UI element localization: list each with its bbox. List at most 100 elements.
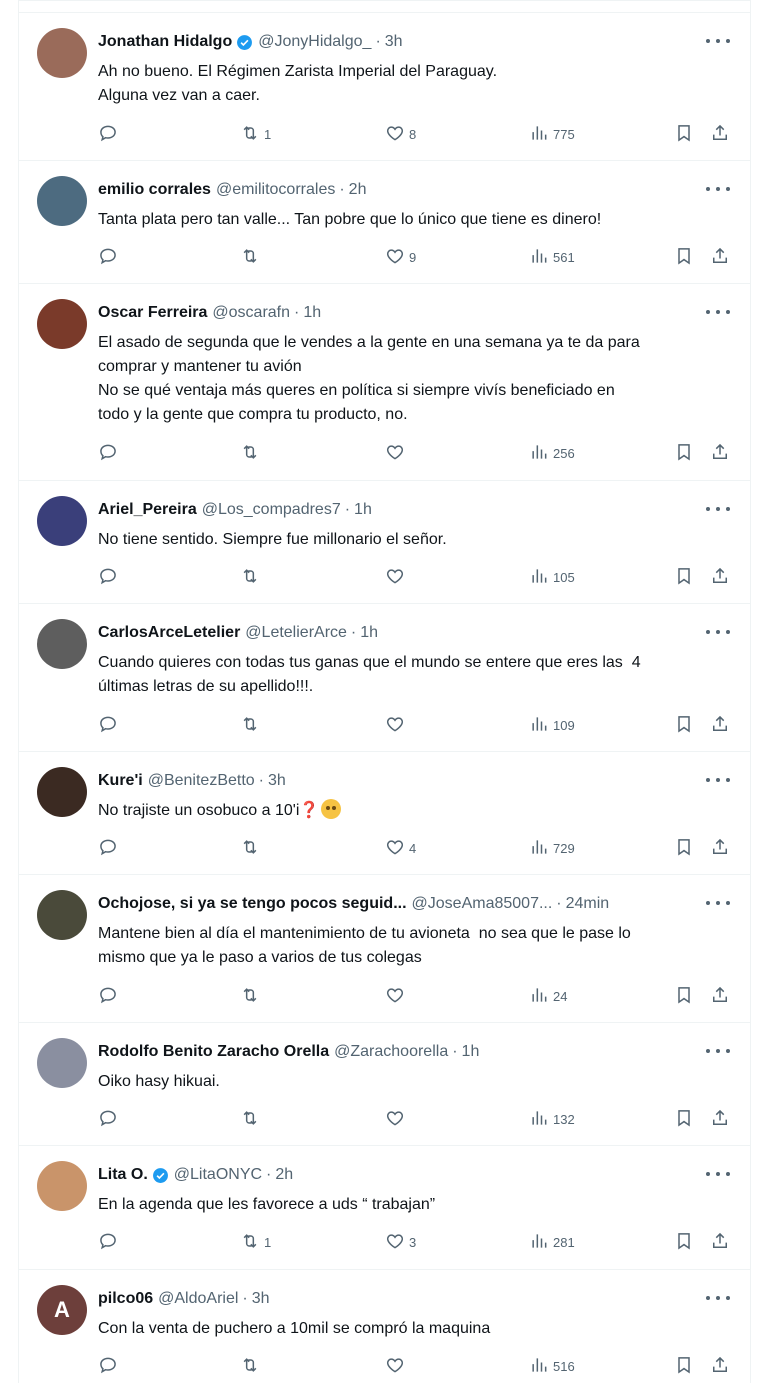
more-options-icon[interactable] bbox=[706, 304, 730, 320]
more-options-icon[interactable] bbox=[706, 1290, 730, 1306]
like-button[interactable]: 4 bbox=[385, 837, 416, 860]
avatar[interactable]: A bbox=[37, 1285, 87, 1335]
timestamp[interactable]: 1h bbox=[462, 1043, 480, 1061]
more-options-icon[interactable] bbox=[706, 33, 730, 49]
views-button[interactable]: 105 bbox=[529, 566, 575, 589]
views-button[interactable]: 516 bbox=[529, 1355, 575, 1378]
display-name[interactable]: Ochojose, si ya se tengo pocos seguid... bbox=[98, 895, 407, 913]
bookmark-button[interactable] bbox=[674, 985, 694, 1008]
like-button[interactable] bbox=[385, 1355, 409, 1378]
retweet-button[interactable] bbox=[240, 246, 264, 269]
share-button[interactable] bbox=[710, 1108, 730, 1131]
tweet-reply[interactable]: Apilco06 @AldoAriel · 3h Con la venta de puc… bbox=[19, 1270, 750, 1383]
bookmark-button[interactable] bbox=[674, 442, 694, 465]
views-button[interactable]: 281 bbox=[529, 1231, 575, 1254]
more-options-icon[interactable] bbox=[706, 1166, 730, 1182]
tweet-reply[interactable]: Ariel_Pereira @Los_compadres7 · 1h No tiene … bbox=[19, 481, 750, 604]
display-name[interactable]: Rodolfo Benito Zaracho Orella bbox=[98, 1043, 329, 1061]
avatar[interactable] bbox=[37, 619, 87, 669]
like-button[interactable]: 9 bbox=[385, 246, 416, 269]
reply-button[interactable] bbox=[98, 246, 122, 269]
timestamp[interactable]: 3h bbox=[385, 33, 403, 51]
avatar[interactable] bbox=[37, 1161, 87, 1211]
share-button[interactable] bbox=[710, 246, 730, 269]
like-button[interactable]: 8 bbox=[385, 123, 416, 146]
more-options-icon[interactable] bbox=[706, 1043, 730, 1059]
like-button[interactable] bbox=[385, 442, 409, 465]
more-options-icon[interactable] bbox=[706, 772, 730, 788]
timestamp[interactable]: 3h bbox=[252, 1290, 270, 1308]
user-handle[interactable]: @LetelierArce bbox=[245, 624, 347, 642]
share-button[interactable] bbox=[710, 1355, 730, 1378]
timestamp[interactable]: 2h bbox=[275, 1166, 293, 1184]
share-button[interactable] bbox=[710, 123, 730, 146]
user-handle[interactable]: @AldoAriel bbox=[158, 1290, 238, 1308]
share-button[interactable] bbox=[710, 1231, 730, 1254]
tweet-reply[interactable]: Jonathan Hidalgo @JonyHidalgo_ · 3h Ah no bu… bbox=[19, 13, 750, 161]
bookmark-button[interactable] bbox=[674, 123, 694, 146]
views-button[interactable]: 561 bbox=[529, 246, 575, 269]
avatar[interactable] bbox=[37, 28, 87, 78]
user-handle[interactable]: @LitaONYC bbox=[174, 1166, 262, 1184]
share-button[interactable] bbox=[710, 566, 730, 589]
reply-button[interactable] bbox=[98, 1355, 122, 1378]
bookmark-button[interactable] bbox=[674, 246, 694, 269]
avatar[interactable] bbox=[37, 176, 87, 226]
retweet-button[interactable]: 1 bbox=[240, 1231, 271, 1254]
more-options-icon[interactable] bbox=[706, 181, 730, 197]
bookmark-button[interactable] bbox=[674, 1355, 694, 1378]
more-options-icon[interactable] bbox=[706, 895, 730, 911]
reply-button[interactable] bbox=[98, 442, 122, 465]
retweet-button[interactable]: 1 bbox=[240, 123, 271, 146]
like-button[interactable]: 3 bbox=[385, 1231, 416, 1254]
timestamp[interactable]: 2h bbox=[349, 181, 367, 199]
share-button[interactable] bbox=[710, 837, 730, 860]
timestamp[interactable]: 1h bbox=[360, 624, 378, 642]
views-button[interactable]: 775 bbox=[529, 123, 575, 146]
display-name[interactable]: emilio corrales bbox=[98, 181, 211, 199]
like-button[interactable] bbox=[385, 1108, 409, 1131]
user-handle[interactable]: @Los_compadres7 bbox=[202, 501, 341, 519]
retweet-button[interactable] bbox=[240, 985, 264, 1008]
bookmark-button[interactable] bbox=[674, 714, 694, 737]
views-button[interactable]: 132 bbox=[529, 1108, 575, 1131]
tweet-reply[interactable]: CarlosArceLetelier @LetelierArce · 1h Cuando… bbox=[19, 604, 750, 752]
more-options-icon[interactable] bbox=[706, 501, 730, 517]
tweet-reply[interactable]: Rodolfo Benito Zaracho Orella @Zarachoore… bbox=[19, 1023, 750, 1146]
retweet-button[interactable] bbox=[240, 442, 264, 465]
display-name[interactable]: CarlosArceLetelier bbox=[98, 624, 240, 642]
views-button[interactable]: 24 bbox=[529, 985, 567, 1008]
reply-button[interactable] bbox=[98, 123, 122, 146]
tweet-reply[interactable]: Ochojose, si ya se tengo pocos seguid...… bbox=[19, 875, 750, 1023]
like-button[interactable] bbox=[385, 714, 409, 737]
avatar[interactable] bbox=[37, 496, 87, 546]
reply-button[interactable] bbox=[98, 985, 122, 1008]
reply-button[interactable] bbox=[98, 837, 122, 860]
display-name[interactable]: Ariel_Pereira bbox=[98, 501, 197, 519]
tweet-reply[interactable]: Oscar Ferreira @oscarafn · 1h El asado de se… bbox=[19, 284, 750, 481]
tweet-reply[interactable]: Lita O. @LitaONYC · 2h En la agenda que les … bbox=[19, 1146, 750, 1270]
views-button[interactable]: 109 bbox=[529, 714, 575, 737]
user-handle[interactable]: @oscarafn bbox=[212, 304, 290, 322]
views-button[interactable]: 256 bbox=[529, 442, 575, 465]
views-button[interactable]: 729 bbox=[529, 837, 575, 860]
user-handle[interactable]: @emilitocorrales bbox=[216, 181, 335, 199]
share-button[interactable] bbox=[710, 442, 730, 465]
display-name[interactable]: Kure'i bbox=[98, 772, 143, 790]
user-handle[interactable]: @Zarachoorella bbox=[334, 1043, 448, 1061]
share-button[interactable] bbox=[710, 714, 730, 737]
user-handle[interactable]: @JoseAma85007... bbox=[412, 895, 553, 913]
avatar[interactable] bbox=[37, 1038, 87, 1088]
display-name[interactable]: Jonathan Hidalgo bbox=[98, 33, 232, 51]
bookmark-button[interactable] bbox=[674, 837, 694, 860]
user-handle[interactable]: @JonyHidalgo_ bbox=[258, 33, 371, 51]
reply-button[interactable] bbox=[98, 1231, 122, 1254]
display-name[interactable]: Lita O. bbox=[98, 1166, 148, 1184]
like-button[interactable] bbox=[385, 985, 409, 1008]
retweet-button[interactable] bbox=[240, 566, 264, 589]
timestamp[interactable]: 1h bbox=[303, 304, 321, 322]
timestamp[interactable]: 24min bbox=[566, 895, 610, 913]
reply-button[interactable] bbox=[98, 1108, 122, 1131]
tweet-reply[interactable]: emilio corrales @emilitocorrales · 2h Tanta … bbox=[19, 161, 750, 284]
user-handle[interactable]: @BenitezBetto bbox=[148, 772, 255, 790]
